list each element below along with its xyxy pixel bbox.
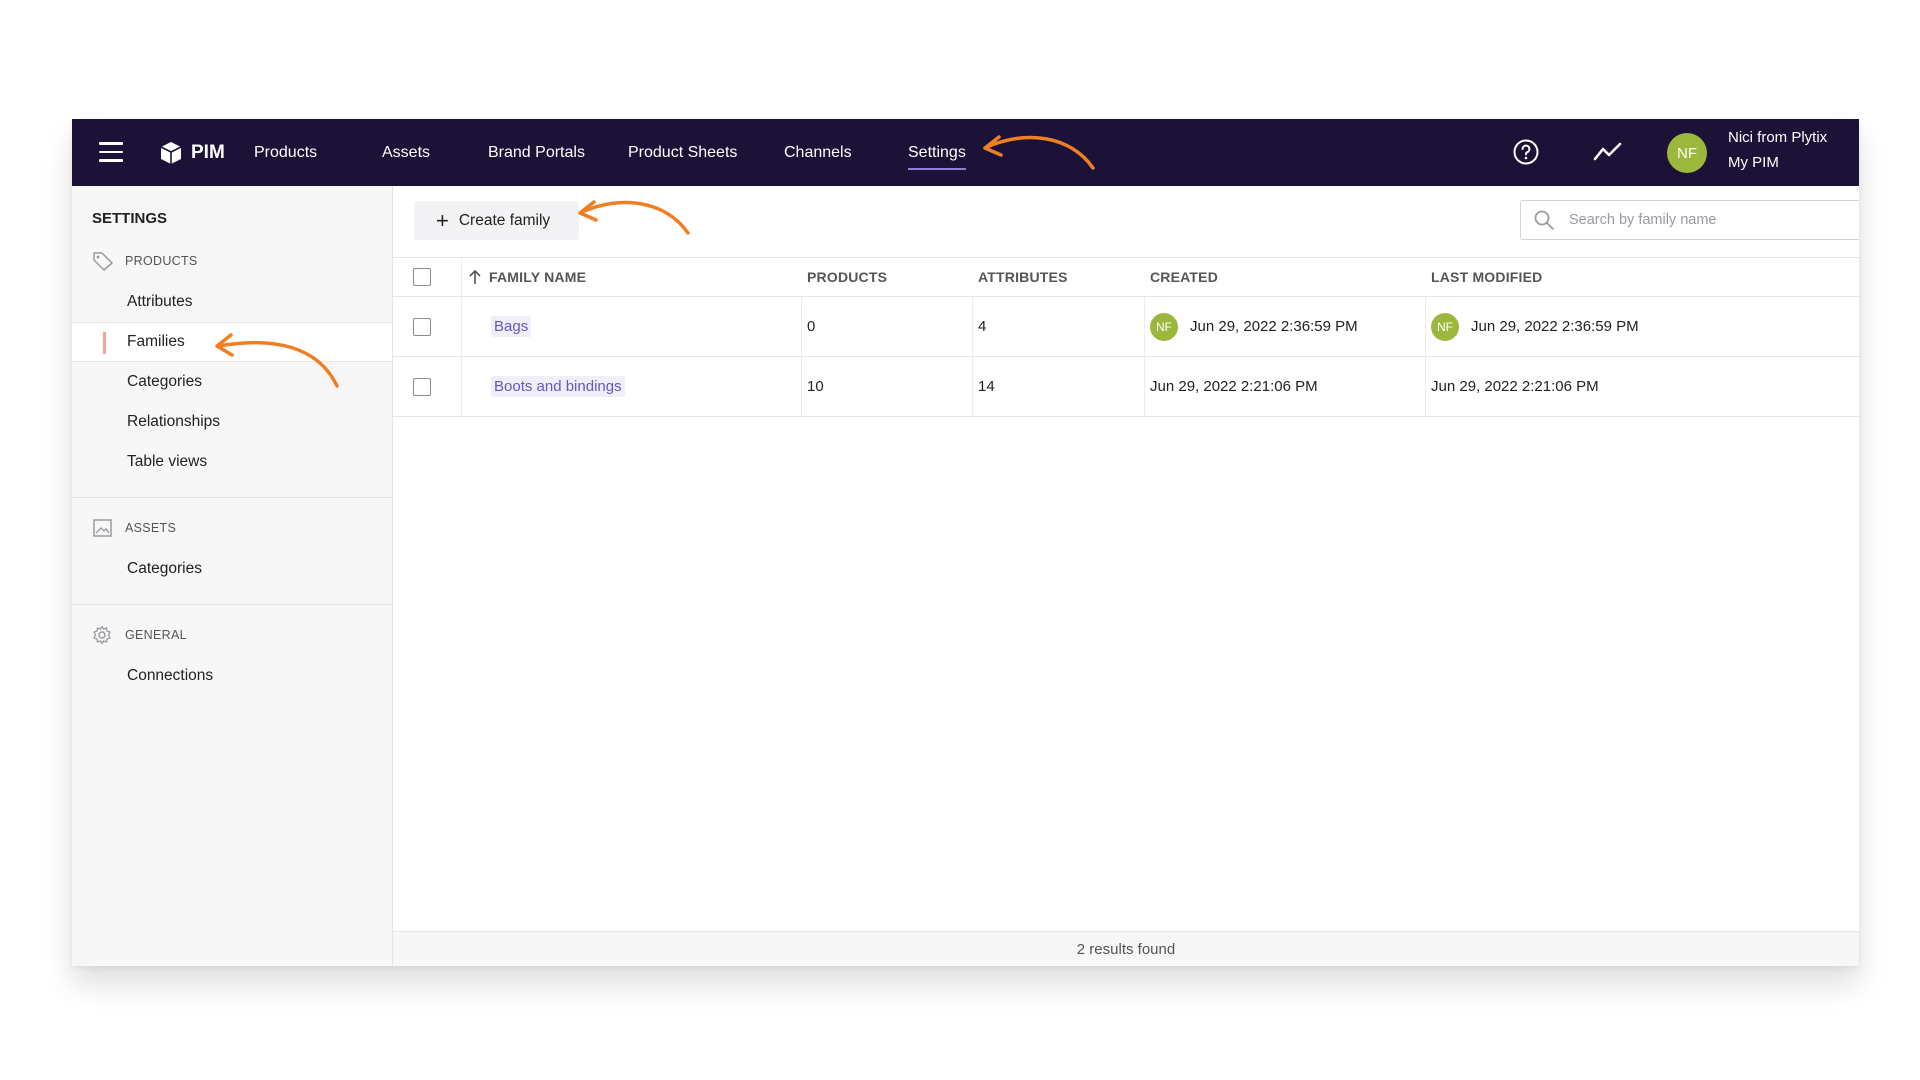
sidebar-section-label: GENERAL <box>125 628 187 642</box>
user-avatar[interactable]: NF <box>1667 133 1707 173</box>
table-row[interactable]: Bags 0 4 NF Jun 29, 2022 2:36:59 PM NF J… <box>393 297 1859 357</box>
family-name-link[interactable]: Boots and bindings <box>491 376 625 397</box>
row-select-cell <box>413 297 431 356</box>
created-cell: NF Jun 29, 2022 2:36:59 PM <box>1150 297 1358 356</box>
top-navigation-bar: PIM Products Assets Brand Portals Produc… <box>72 119 1859 186</box>
family-name-cell: Bags <box>491 297 532 356</box>
column-separator <box>801 357 802 416</box>
sidebar-item-connections[interactable]: Connections <box>72 656 392 696</box>
row-checkbox[interactable] <box>413 317 431 336</box>
column-products[interactable]: PRODUCTS <box>807 258 887 296</box>
account-name[interactable]: My PIM <box>1728 154 1779 171</box>
brand-name: PIM <box>191 142 225 163</box>
gear-icon <box>93 625 111 645</box>
results-footer: 2 results found <box>393 931 1859 966</box>
row-checkbox[interactable] <box>413 377 431 396</box>
modified-date: Jun 29, 2022 2:21:06 PM <box>1431 378 1599 395</box>
sidebar-divider <box>72 604 392 605</box>
settings-sidebar: SETTINGS PRODUCTS Attributes Families Ca… <box>72 186 393 966</box>
help-icon[interactable] <box>1513 139 1539 165</box>
sidebar-item-relationships[interactable]: Relationships <box>72 402 392 442</box>
activity-chart-icon[interactable] <box>1593 140 1623 164</box>
sidebar-section-label: PRODUCTS <box>125 254 198 268</box>
modifier-avatar[interactable]: NF <box>1431 312 1459 341</box>
products-count: 0 <box>807 318 816 335</box>
column-separator <box>972 357 973 416</box>
nav-channels[interactable]: Channels <box>784 119 852 186</box>
image-icon <box>93 519 112 537</box>
created-date: Jun 29, 2022 2:21:06 PM <box>1150 378 1318 395</box>
column-separator <box>1144 297 1145 356</box>
tag-icon <box>93 252 113 271</box>
create-family-button[interactable]: + Create family <box>414 201 579 240</box>
sidebar-section-label: ASSETS <box>125 521 177 535</box>
search-input[interactable] <box>1567 211 1821 229</box>
table-header: FAMILY NAME PRODUCTS ATTRIBUTES CREATED … <box>393 257 1859 297</box>
creator-avatar[interactable]: NF <box>1150 312 1178 341</box>
created-date: Jun 29, 2022 2:36:59 PM <box>1190 318 1358 335</box>
create-family-label: Create family <box>458 211 551 229</box>
products-count: 10 <box>807 378 824 395</box>
modified-cell: NF Jun 29, 2022 2:36:59 PM <box>1431 297 1639 356</box>
column-separator <box>1425 297 1426 356</box>
hamburger-menu-icon[interactable] <box>99 142 123 162</box>
sidebar-section-assets: ASSETS <box>92 518 176 538</box>
column-label: FAMILY NAME <box>489 269 587 285</box>
column-separator <box>801 297 802 356</box>
sidebar-item-attributes[interactable]: Attributes <box>72 282 392 322</box>
nav-product-sheets[interactable]: Product Sheets <box>628 119 737 186</box>
column-separator <box>461 258 462 296</box>
sidebar-section-general: GENERAL <box>92 625 187 645</box>
family-name-cell: Boots and bindings <box>491 357 625 416</box>
column-attributes[interactable]: ATTRIBUTES <box>978 258 1068 296</box>
nav-brand-portals[interactable]: Brand Portals <box>488 119 585 186</box>
app-window: PIM Products Assets Brand Portals Produc… <box>72 119 1859 966</box>
sidebar-item-families[interactable]: Families <box>72 322 392 362</box>
nav-assets[interactable]: Assets <box>382 119 430 186</box>
sidebar-item-table-views[interactable]: Table views <box>72 442 392 482</box>
plus-icon: + <box>436 207 449 233</box>
select-all-checkbox[interactable] <box>413 268 431 286</box>
column-separator <box>461 357 462 416</box>
nav-products[interactable]: Products <box>254 119 317 186</box>
column-last-modified[interactable]: LAST MODIFIED <box>1431 258 1542 296</box>
sidebar-item-asset-categories[interactable]: Categories <box>72 549 392 589</box>
nav-settings[interactable]: Settings <box>908 119 966 186</box>
attributes-count: 4 <box>978 318 987 335</box>
search-box[interactable] <box>1520 200 1859 240</box>
sidebar-divider <box>72 497 392 498</box>
family-name-link[interactable]: Bags <box>491 316 532 337</box>
sidebar-item-categories[interactable]: Categories <box>72 362 392 402</box>
column-separator <box>972 297 973 356</box>
column-separator <box>461 297 462 356</box>
column-separator <box>1144 357 1145 416</box>
column-created[interactable]: CREATED <box>1150 258 1218 296</box>
row-select-cell <box>413 357 431 416</box>
brand-logo[interactable]: PIM <box>160 139 225 167</box>
select-all-cell <box>413 258 431 296</box>
cube-icon <box>160 142 182 164</box>
table-row[interactable]: Boots and bindings 10 14 Jun 29, 2022 2:… <box>393 357 1859 417</box>
main-content: + Create family FAMIL <box>393 186 1859 966</box>
sidebar-title: SETTINGS <box>92 210 168 227</box>
sort-ascending-icon <box>469 269 481 284</box>
attributes-count: 14 <box>978 378 995 395</box>
modified-date: Jun 29, 2022 2:36:59 PM <box>1471 318 1639 335</box>
search-icon <box>1534 210 1554 230</box>
column-family-name[interactable]: FAMILY NAME <box>467 258 586 296</box>
user-name[interactable]: Nici from Plytix <box>1728 129 1827 146</box>
sidebar-section-products: PRODUCTS <box>92 251 198 271</box>
column-separator <box>1425 357 1426 416</box>
